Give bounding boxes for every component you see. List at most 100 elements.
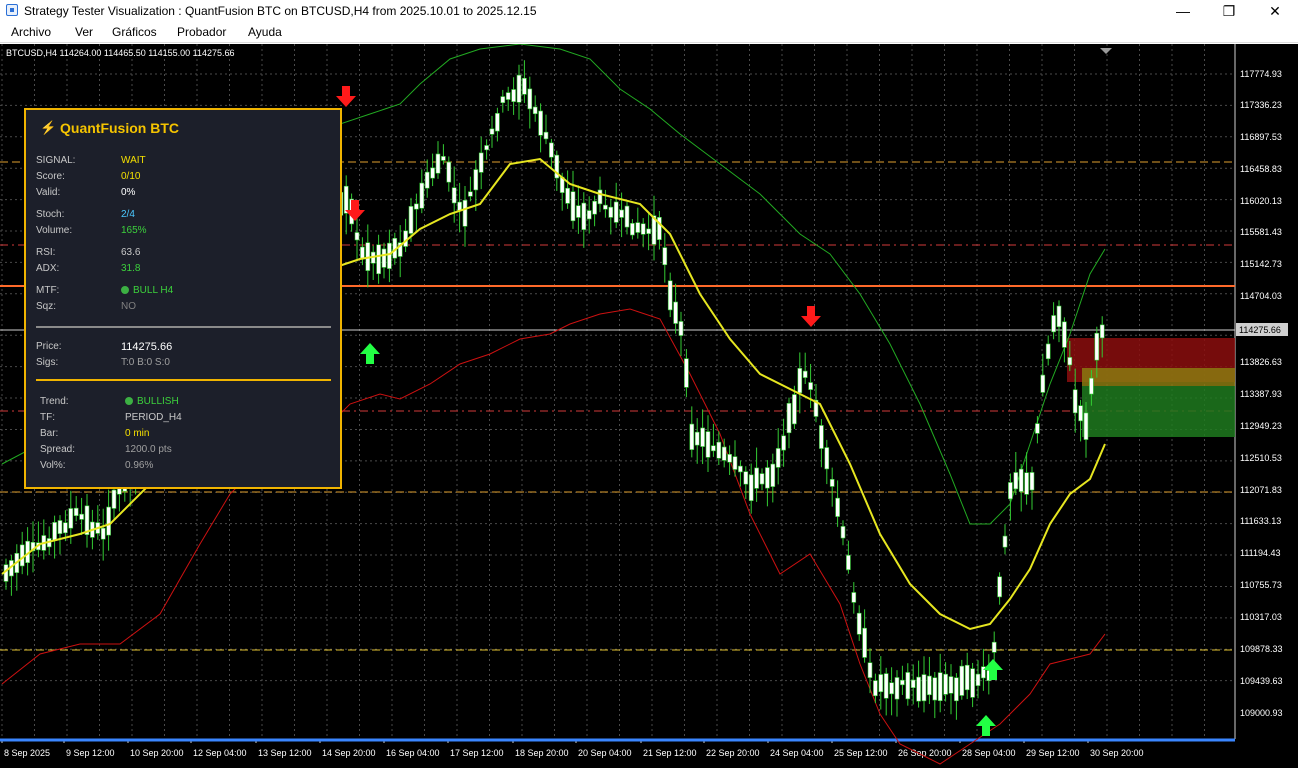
candle-body — [630, 223, 635, 236]
menu-graficos[interactable]: Gráficos — [112, 25, 157, 39]
quantfusion-dashboard: ⚡ QuantFusion BTC SIGNAL: WAIT Score: 0/… — [24, 108, 342, 489]
rsi-label: RSI: — [36, 247, 56, 258]
volume-value: 165% — [121, 225, 147, 236]
candle-body — [1018, 468, 1024, 492]
time-axis-label: 24 Sep 04:00 — [770, 748, 824, 758]
candle-body — [527, 88, 533, 110]
candle-body — [819, 425, 824, 449]
candle-body — [856, 612, 862, 635]
candle-body — [57, 520, 63, 534]
menu-ver[interactable]: Ver — [75, 25, 93, 39]
price-axis-label: 109878.33 — [1240, 644, 1283, 654]
candle-body — [754, 467, 759, 489]
candle-body — [1062, 321, 1067, 348]
candle-body — [835, 497, 840, 517]
price-axis-label: 110755.73 — [1240, 580, 1282, 590]
signal-label: SIGNAL: — [36, 155, 76, 166]
candle-body — [446, 161, 452, 183]
candle-body — [576, 205, 581, 218]
candle-body — [68, 508, 74, 529]
candle-body — [824, 447, 830, 470]
candle-body — [910, 679, 916, 688]
candle-body — [376, 244, 381, 275]
candle-body — [111, 489, 117, 509]
candle-body — [424, 171, 430, 189]
symbol-ohlc-info: BTCUSD,H4 114264.00 114465.50 114155.00 … — [6, 48, 235, 58]
candle-body — [1002, 535, 1008, 548]
menu-archivo[interactable]: Archivo — [11, 25, 51, 39]
trend-value: BULLISH — [137, 396, 179, 407]
candle-body — [543, 131, 549, 140]
price-axis-label: 112071.83 — [1240, 485, 1282, 495]
candle-body — [468, 191, 473, 197]
candle-body — [689, 423, 695, 450]
candle-body — [586, 210, 592, 220]
menu-ayuda[interactable]: Ayuda — [248, 25, 282, 39]
candle-body — [862, 627, 867, 658]
menu-probador[interactable]: Probador — [177, 25, 226, 39]
price-axis-label: 113387.93 — [1240, 389, 1282, 399]
candle-body — [100, 527, 106, 540]
time-axis-label: 14 Sep 20:00 — [322, 748, 376, 758]
signal-value: WAIT — [121, 155, 146, 166]
volp-value: 0.96% — [125, 460, 154, 471]
price-axis-label: 110317.03 — [1240, 612, 1282, 622]
candle-body — [1089, 377, 1094, 395]
candle-body — [457, 201, 462, 211]
candle-body — [640, 223, 646, 235]
candle-body — [19, 544, 25, 567]
candle-body — [694, 431, 700, 446]
candle-body — [500, 96, 506, 104]
sell-arrow-icon — [801, 306, 821, 327]
candle-body — [478, 152, 484, 173]
candle-body — [1013, 472, 1019, 490]
candle-body — [867, 662, 873, 678]
candle-body — [684, 358, 689, 388]
candle-body — [538, 110, 543, 136]
buy-zone — [1082, 386, 1235, 437]
time-axis-label: 28 Sep 04:00 — [962, 748, 1016, 758]
candle-body — [489, 128, 495, 135]
candle-body — [716, 441, 722, 459]
candle-body — [932, 677, 938, 701]
dashboard-title: QuantFusion BTC — [60, 120, 179, 136]
candle-body — [943, 673, 948, 695]
candle-body — [802, 370, 808, 378]
close-button[interactable]: ✕ — [1252, 0, 1298, 22]
candle-body — [1040, 374, 1046, 393]
sigs-value: T:0 B:0 S:0 — [121, 357, 170, 368]
maximize-button[interactable]: ❐ — [1206, 0, 1252, 22]
candle-body — [964, 664, 970, 691]
rsi-value: 63.6 — [121, 247, 141, 258]
candle-body — [451, 187, 457, 204]
candle-body — [889, 682, 894, 695]
candle-body — [1029, 472, 1035, 491]
candle-body — [430, 167, 435, 179]
valid-label: Valid: — [36, 187, 61, 198]
price-axis-label: 111194.43 — [1240, 548, 1281, 558]
candle-body — [905, 672, 911, 700]
candle-body — [354, 232, 360, 241]
price-axis-label: 109000.93 — [1240, 708, 1283, 718]
candle-body — [894, 677, 900, 700]
time-axis-label: 20 Sep 04:00 — [578, 748, 632, 758]
green-dot-icon — [121, 286, 129, 294]
candle-body — [635, 222, 641, 233]
candle-body — [441, 156, 446, 161]
candle-body — [419, 182, 425, 209]
candle-body — [1067, 357, 1073, 366]
score-label: Score: — [36, 171, 65, 182]
candle-body — [765, 467, 770, 489]
candle-body — [662, 247, 668, 266]
price-chart[interactable]: 117774.93 117336.23 116897.53 116458.83 1160… — [0, 44, 1298, 768]
sigs-label: Sigs: — [36, 357, 59, 368]
candle-body — [495, 113, 500, 132]
candle-body — [73, 507, 79, 516]
sell-arrow-icon — [336, 86, 356, 107]
trend-label: Trend: — [40, 396, 69, 407]
price-axis-label: 115581.43 — [1240, 227, 1282, 237]
candle-body — [1008, 482, 1013, 500]
candle-body — [435, 153, 441, 174]
minimize-button[interactable]: — — [1160, 0, 1206, 22]
lightning-icon: ⚡ — [40, 120, 57, 135]
